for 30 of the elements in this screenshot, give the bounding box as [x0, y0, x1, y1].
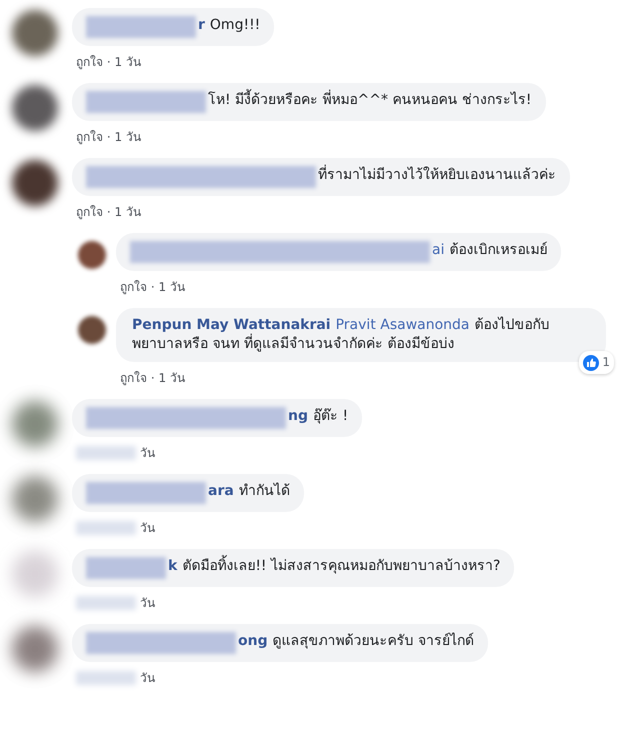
comment-text: ที่รามาไม่มีวางไว้ให้หยิบเองนานแล้วค่ะ: [316, 166, 556, 185]
comment-meta[interactable]: ถูกใจ · 1 วัน: [76, 127, 141, 146]
comment-text: k ตัดมือทิ้งเลย!! ไม่สงสารคุณหมอกับพยาบาลบ้างหรา?: [166, 557, 500, 576]
comment-text: r Omg!!!: [197, 16, 260, 35]
avatar[interactable]: [78, 316, 106, 344]
comment-meta[interactable]: ถูกใจ · 1 วัน: [120, 277, 185, 296]
comment-meta[interactable]: ถูกใจ · 1 วัน: [76, 202, 141, 221]
comment-text: ai ต้องเบิกเหรอเมย์: [431, 241, 548, 260]
blurred-meta: [76, 446, 136, 460]
comment-meta[interactable]: วัน: [140, 443, 155, 462]
blurred-meta: [76, 520, 136, 534]
blurred-meta: [76, 596, 136, 610]
comment-meta[interactable]: วัน: [140, 668, 155, 687]
avatar[interactable]: [12, 85, 58, 131]
comment-text: ara ทำกันได้: [207, 482, 290, 501]
comment-meta[interactable]: ถูกใจ · 1 วัน: [76, 52, 141, 71]
comment-text: ng อุ๊ต๊ะ !: [287, 407, 348, 426]
avatar[interactable]: [12, 10, 58, 56]
avatar[interactable]: [78, 241, 106, 269]
blurred-meta: [76, 670, 136, 684]
comment-text: ong ดูแลสุขภาพด้วยนะครับ จารย์ไกด์: [237, 632, 474, 651]
reaction-count: 1: [602, 354, 610, 371]
reaction-badge[interactable]: 1: [579, 351, 614, 374]
comment-meta[interactable]: วัน: [140, 593, 155, 612]
comment-meta[interactable]: ถูกใจ · 1 วัน: [120, 368, 185, 387]
comment-text: Penpun May Wattanakrai Pravit Asawanonda ต้องไปขอกับพยาบาลหรือ จนท ที่ดูแลมีจำนวนจำกัดค่ะ ต้องมีข้อบ่ง: [131, 316, 551, 354]
comment-meta[interactable]: วัน: [140, 518, 155, 537]
like-icon: [583, 354, 600, 370]
avatar[interactable]: [12, 160, 58, 206]
comment-text: โห! มีงี้ด้วยหรือคะ พี่หมอ^^* คนหนอคน ช่างกระไร!: [206, 91, 532, 110]
